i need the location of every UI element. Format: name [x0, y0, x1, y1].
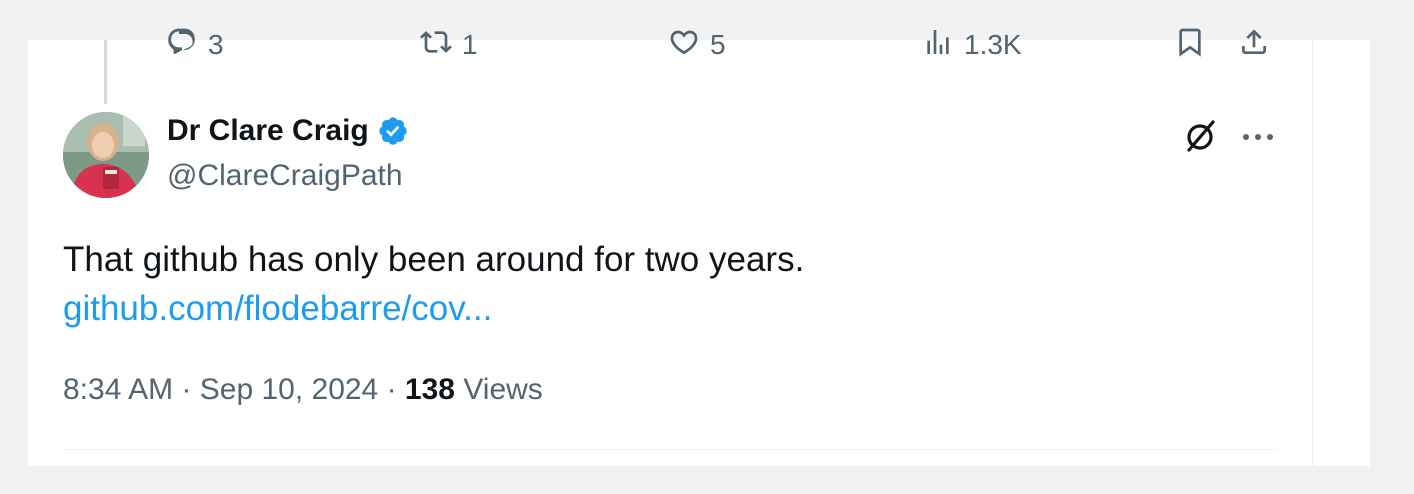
views-number: 138: [404, 373, 455, 406]
tweet-time[interactable]: 8:34 AM: [63, 373, 173, 406]
meta-separator: ·: [378, 373, 405, 406]
tweet-text: That github has only been around for two…: [63, 240, 805, 279]
repost-count: 1: [462, 29, 478, 60]
tweet-meta: 8:34 AM · Sep 10, 2024 · 138 Views: [63, 370, 543, 410]
like-count: 5: [710, 29, 726, 60]
views-icon: [922, 26, 954, 65]
like-button[interactable]: 5: [668, 30, 726, 60]
reply-button[interactable]: 3: [166, 28, 224, 60]
views-button[interactable]: 1.3K: [922, 29, 1022, 60]
more-icon[interactable]: [1238, 122, 1278, 152]
repost-icon: [420, 26, 452, 65]
bookmark-button[interactable]: [1174, 28, 1206, 60]
share-icon: [1238, 26, 1270, 65]
thread-connector-line: [104, 40, 107, 104]
timeline-border: [1312, 40, 1313, 466]
avatar[interactable]: [63, 112, 149, 198]
verified-badge-icon[interactable]: [377, 115, 409, 147]
like-icon: [668, 26, 700, 65]
views-label: Views: [454, 373, 543, 406]
views-count: 1.3K: [964, 29, 1022, 60]
tweet-card: 3 1 5 1.3K Dr Clare Craig @ClareCraigPat…: [28, 28, 1370, 466]
divider: [63, 449, 1277, 450]
reply-count: 3: [208, 29, 224, 60]
author-display-name-row[interactable]: Dr Clare Craig: [167, 114, 409, 148]
meta-separator: ·: [173, 373, 200, 406]
tweet-link[interactable]: github.com/flodebarre/cov...: [63, 285, 492, 333]
reply-icon: [166, 26, 198, 65]
grok-icon[interactable]: [1180, 116, 1220, 156]
share-button[interactable]: [1238, 28, 1270, 60]
bookmark-icon: [1174, 26, 1206, 65]
tweet-date[interactable]: Sep 10, 2024: [200, 373, 379, 406]
author-handle[interactable]: @ClareCraigPath: [167, 159, 403, 193]
author-display-name[interactable]: Dr Clare Craig: [167, 114, 369, 148]
repost-button[interactable]: 1: [420, 30, 478, 60]
